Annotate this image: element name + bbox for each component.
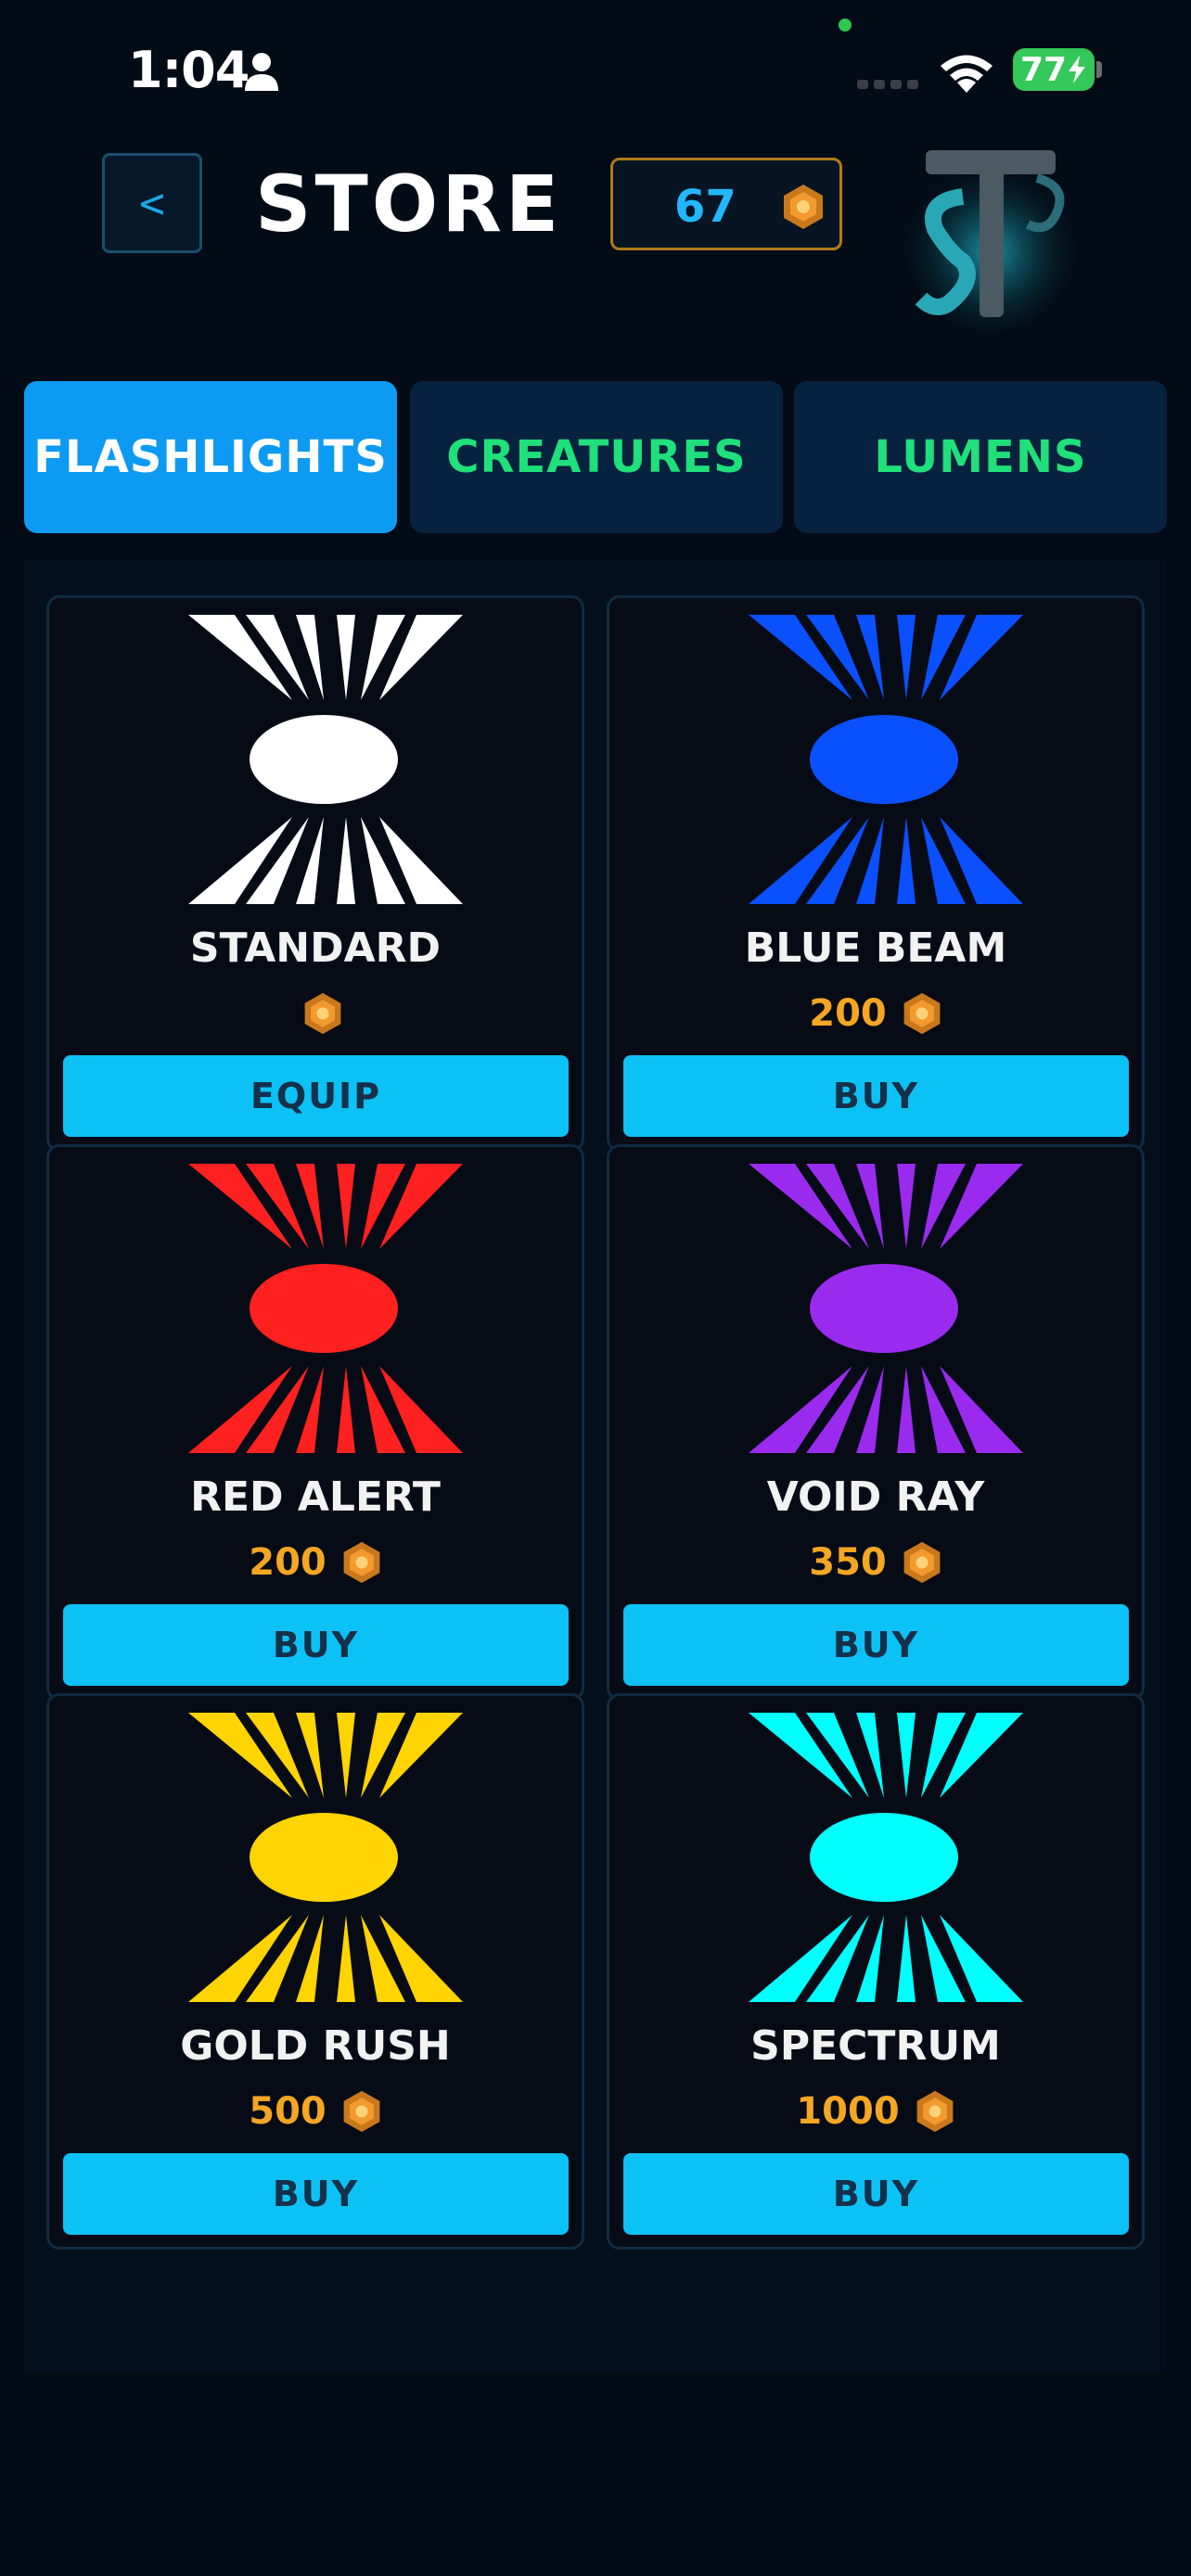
lumen-coin-icon	[903, 1541, 941, 1584]
item-action-button[interactable]: BUY	[63, 2153, 569, 2235]
item-name: VOID RAY	[766, 1473, 985, 1521]
battery-cap	[1096, 61, 1102, 78]
bolt-icon	[1069, 56, 1086, 83]
beam-ray	[337, 1164, 355, 1249]
st-dragon-logo	[903, 150, 1079, 331]
tab-creatures-label: CREATURES	[446, 431, 747, 483]
flashlight-beam-icon	[188, 1713, 463, 2002]
coin-balance: 67	[610, 158, 842, 250]
item-price-row: 350	[609, 1540, 1142, 1585]
item-action-button[interactable]: BUY	[63, 1604, 569, 1686]
beam-ray	[337, 817, 355, 904]
item-name: BLUE BEAM	[744, 925, 1007, 972]
item-price: 200	[809, 992, 887, 1035]
lumen-coin-icon	[784, 185, 823, 229]
beam-ray	[897, 1366, 916, 1453]
item-price: 1000	[796, 2090, 900, 2133]
store-item-card-1: BLUE BEAM 200 BUY	[607, 595, 1145, 1152]
item-price: 200	[249, 1541, 327, 1584]
coin-balance-amount: 67	[674, 181, 736, 233]
flashlight-beam-icon	[749, 1713, 1023, 2002]
flashlight-beam-icon	[188, 615, 463, 904]
beam-core	[810, 1813, 958, 1902]
beam-core	[810, 715, 958, 804]
store-item-card-2: RED ALERT 200 BUY	[46, 1144, 584, 1701]
tab-lumens-label: LUMENS	[874, 431, 1087, 483]
item-action-button[interactable]: BUY	[623, 2153, 1129, 2235]
beam-core	[810, 1264, 958, 1353]
item-name: STANDARD	[189, 925, 442, 972]
battery-charging-icon: 77	[1013, 48, 1095, 91]
flashlight-beam-icon	[188, 1164, 463, 1453]
tab-flashlights-label: FLASHLIGHTS	[33, 431, 388, 483]
flashlight-beam-icon	[749, 1164, 1023, 1453]
item-price-row: 500	[49, 2089, 582, 2134]
beam-ray	[337, 615, 355, 700]
item-name: SPECTRUM	[750, 2022, 1001, 2070]
wifi-icon	[941, 55, 992, 93]
beam-ray	[897, 1713, 916, 1798]
store-item-card-4: GOLD RUSH 500 BUY	[46, 1693, 584, 2250]
tab-flashlights[interactable]: FLASHLIGHTS	[24, 381, 397, 533]
lumen-coin-icon	[916, 2090, 954, 2133]
back-chevron-icon: <	[139, 178, 165, 228]
item-price-row: 200	[609, 991, 1142, 1036]
tab-lumens[interactable]: LUMENS	[794, 381, 1167, 533]
camera-indicator-dot	[839, 19, 852, 32]
beam-ray	[337, 1366, 355, 1453]
person-icon	[245, 53, 278, 91]
store-item-card-5: SPECTRUM 1000 BUY	[607, 1693, 1145, 2250]
item-action-button[interactable]: BUY	[623, 1604, 1129, 1686]
beam-ray	[897, 817, 916, 904]
status-time: 1:04	[128, 41, 250, 99]
page-title: STORE	[255, 159, 563, 249]
item-action-button[interactable]: BUY	[623, 1055, 1129, 1137]
store-panel: STANDARD EQUIP BLUE BEAM 200 BUY RED ALE…	[24, 560, 1167, 2370]
beam-core	[250, 715, 398, 804]
store-item-card-3: VOID RAY 350 BUY	[607, 1144, 1145, 1701]
lumen-coin-icon	[903, 992, 941, 1035]
back-button[interactable]: <	[102, 153, 202, 253]
flashlight-beam-icon	[749, 615, 1023, 904]
signal-icon	[857, 80, 918, 89]
item-name: RED ALERT	[190, 1473, 441, 1521]
lumen-coin-icon	[304, 992, 341, 1035]
lumen-coin-icon	[343, 1541, 380, 1584]
beam-ray	[337, 1713, 355, 1798]
store-item-card-0: STANDARD EQUIP	[46, 595, 584, 1152]
item-price-row: 1000	[609, 2089, 1142, 2134]
item-price: 350	[809, 1541, 887, 1584]
beam-ray	[897, 1915, 916, 2002]
beam-ray	[897, 615, 916, 700]
tab-creatures[interactable]: CREATURES	[410, 381, 783, 533]
item-price: 500	[249, 2090, 327, 2133]
item-price-row	[49, 991, 582, 1036]
battery-level: 77	[1020, 50, 1068, 89]
lumen-coin-icon	[343, 2090, 380, 2133]
beam-ray	[897, 1164, 916, 1249]
beam-ray	[337, 1915, 355, 2002]
item-name: GOLD RUSH	[180, 2022, 451, 2070]
item-action-button[interactable]: EQUIP	[63, 1055, 569, 1137]
beam-core	[250, 1264, 398, 1353]
status-bar: 1:04 77	[0, 0, 1191, 139]
item-price-row: 200	[49, 1540, 582, 1585]
beam-core	[250, 1813, 398, 1902]
